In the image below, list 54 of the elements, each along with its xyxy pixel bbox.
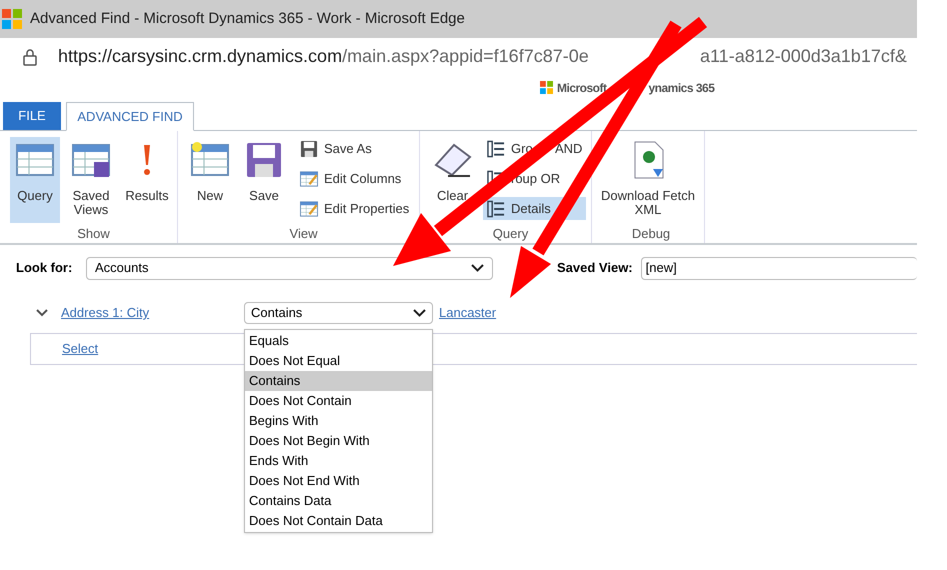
ribbon-button[interactable]: Edit Properties bbox=[296, 197, 414, 220]
menu-item[interactable]: Does Not Contain Data bbox=[245, 511, 432, 531]
file-tab[interactable]: FILE bbox=[3, 102, 61, 130]
menu-item[interactable]: Contains Data bbox=[245, 491, 432, 511]
select-link[interactable]: Select bbox=[62, 339, 98, 359]
url-host: https://carsysinc.crm.dynamics.com bbox=[58, 45, 342, 68]
value-link[interactable]: Lancaster bbox=[439, 303, 496, 323]
menu-item[interactable]: Ends With bbox=[245, 451, 432, 471]
operator-dropdown[interactable]: Contains bbox=[244, 302, 433, 324]
menu-item[interactable]: Equals bbox=[245, 331, 432, 351]
list-icon bbox=[487, 200, 505, 218]
chevron-down-icon bbox=[413, 309, 426, 317]
field-label: Look for: bbox=[16, 259, 74, 278]
chevron-down-icon[interactable] bbox=[36, 309, 48, 317]
ribbon-tab[interactable]: ADVANCED FIND bbox=[66, 102, 194, 131]
group-label: Query bbox=[492, 224, 528, 243]
ribbon-button[interactable]: Results bbox=[122, 137, 172, 223]
pencil-table-icon bbox=[300, 170, 318, 188]
menu-item[interactable]: Does Not Contain bbox=[245, 391, 432, 411]
pencil-list-icon bbox=[300, 200, 318, 218]
group-label: View bbox=[290, 224, 318, 242]
ribbon-button[interactable]: Saved Views bbox=[68, 137, 114, 223]
windows-logo-icon bbox=[2, 9, 22, 29]
group-label: Show bbox=[77, 224, 110, 242]
brand-text: ynamics 365 bbox=[648, 80, 714, 96]
ribbon-button[interactable]: New bbox=[188, 137, 232, 223]
chevron-down-icon bbox=[471, 264, 484, 272]
field-label: Saved View: bbox=[557, 259, 633, 278]
ribbon-button[interactable]: Save As bbox=[296, 137, 414, 160]
eraser-icon bbox=[434, 141, 472, 179]
window-title: Advanced Find - Microsoft Dynamics 365 - Work - Microsoft Edge bbox=[30, 8, 465, 29]
url-path: a11-a812-000d3a1b17cf& bbox=[700, 45, 907, 68]
brand-text: Microsoft bbox=[557, 80, 606, 96]
ribbon-button[interactable]: Download Fetch XML bbox=[598, 137, 698, 223]
ribbon-button[interactable]: Query bbox=[10, 137, 60, 223]
address-bar[interactable]: https://carsysinc.crm.dynamics.com/main.aspx?appid=f16f7c87-0e a11-a812-000d3a1b17cf& bbox=[0, 38, 947, 75]
field-link[interactable]: Address 1: City bbox=[61, 303, 244, 323]
entity-dropdown[interactable]: Accounts bbox=[86, 256, 493, 280]
menu-item[interactable]: Does Not Begin With bbox=[245, 431, 432, 451]
list-bracket-icon bbox=[487, 140, 505, 158]
exclamation-icon bbox=[142, 143, 152, 177]
ribbon-button[interactable]: Clear bbox=[430, 137, 475, 223]
url-path: /main.aspx?appid=f16f7c87-0e bbox=[342, 45, 589, 68]
ribbon-button[interactable]: Edit Columns bbox=[296, 167, 414, 190]
menu-item[interactable]: Begins With bbox=[245, 411, 432, 431]
table-icon bbox=[16, 141, 54, 179]
saved-view-field[interactable]: [new] bbox=[640, 256, 917, 280]
lock-icon bbox=[22, 48, 38, 66]
menu-item[interactable]: Does Not Equal bbox=[245, 351, 432, 371]
menu-item[interactable]: Contains bbox=[245, 371, 432, 391]
ribbon-button[interactable]: Save bbox=[240, 137, 288, 223]
windows-logo-icon bbox=[540, 81, 553, 94]
group-label: Debug bbox=[632, 224, 670, 243]
menu-item[interactable]: Does Not End With bbox=[245, 471, 432, 491]
